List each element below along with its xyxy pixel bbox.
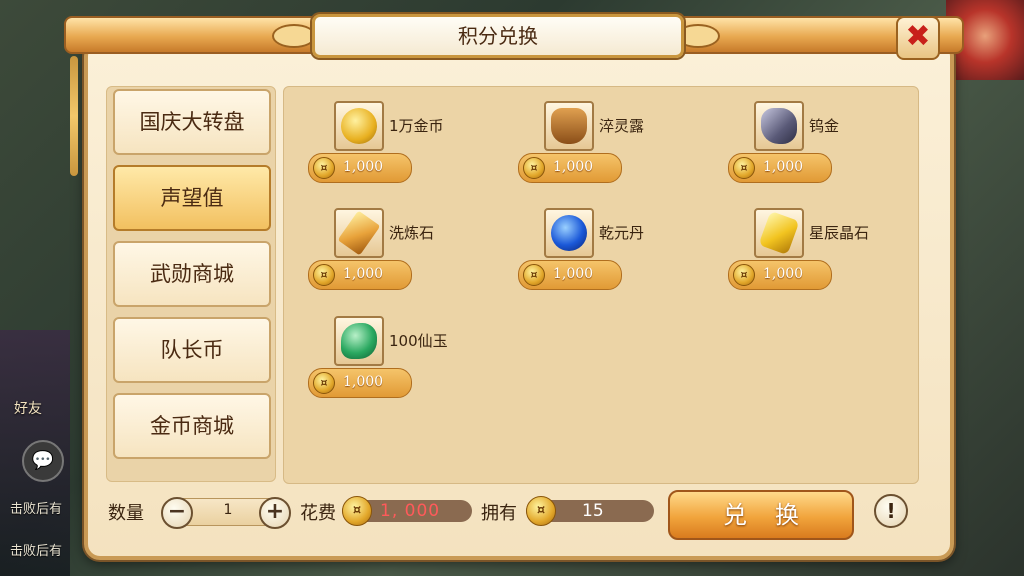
tab-merit-shop[interactable]: 武勋商城: [113, 241, 271, 307]
exchange-item[interactable]: 100仙玉 ¤ 1,000: [286, 306, 486, 398]
item-price: ¤ 1,000: [728, 260, 832, 290]
item-name: 星辰晶石: [809, 224, 870, 242]
gold-coin-icon: [341, 108, 377, 144]
exchange-item[interactable]: 洗炼石 ¤ 1,000: [286, 198, 486, 290]
item-name: 乾元丹: [599, 224, 645, 242]
price-value: 1,000: [553, 159, 594, 175]
tab-label: 声望值: [160, 186, 224, 210]
item-slot[interactable]: [544, 208, 594, 258]
owned-value: 15: [582, 501, 604, 521]
item-slot[interactable]: [334, 208, 384, 258]
chat-icon[interactable]: 💬: [22, 440, 64, 482]
coin-icon: ¤: [313, 372, 335, 394]
tab-reputation[interactable]: 声望值: [113, 165, 271, 231]
item-name: 1万金币: [389, 117, 444, 135]
price-value: 1,000: [763, 266, 804, 282]
exchange-item[interactable]: 星辰晶石 ¤ 1,000: [706, 198, 906, 290]
item-slot[interactable]: [754, 101, 804, 151]
item-price: ¤ 1,000: [308, 153, 412, 183]
tab-captain-coin[interactable]: 队长币: [113, 317, 271, 383]
window-title: 积分兑换: [312, 14, 684, 58]
price-value: 1,000: [763, 159, 804, 175]
exchange-item[interactable]: 淬灵露 ¤ 1,000: [496, 91, 696, 183]
tassel-ornament: [70, 56, 78, 176]
decrease-button[interactable]: −: [161, 497, 193, 529]
item-slot[interactable]: [754, 208, 804, 258]
tab-label: 武勋商城: [150, 262, 234, 286]
coin-icon: ¤: [733, 157, 755, 179]
quantity-value[interactable]: 1: [217, 502, 239, 518]
coin-icon: ¤: [313, 157, 335, 179]
item-name: 100仙玉: [389, 332, 448, 350]
coin-icon: ¤: [313, 264, 335, 286]
coin-icon: ¤: [523, 264, 545, 286]
ore-stone-icon: [761, 108, 797, 144]
item-name: 淬灵露: [599, 117, 645, 135]
owned-display: ¤ 15: [526, 496, 654, 526]
item-price: ¤ 1,000: [308, 260, 412, 290]
blue-orb-icon: [551, 215, 587, 251]
jade-icon: [341, 323, 377, 359]
quantity-stepper: − 1 +: [161, 497, 291, 529]
cost-display: ¤ 1, 000: [342, 496, 472, 526]
cost-value: 1, 000: [380, 501, 441, 521]
item-price: ¤ 1,000: [308, 368, 412, 398]
item-slot[interactable]: [334, 101, 384, 151]
chat-message: 击败后有: [10, 544, 63, 559]
coin-icon: ¤: [342, 496, 372, 526]
coin-icon: ¤: [526, 496, 556, 526]
item-slot[interactable]: [544, 101, 594, 151]
info-icon[interactable]: !: [874, 494, 908, 528]
cost-label: 花费: [300, 503, 336, 524]
chat-message: 击败后有: [10, 502, 63, 517]
item-price: ¤ 1,000: [518, 153, 622, 183]
close-button[interactable]: ✖: [896, 16, 940, 60]
coin-icon: ¤: [733, 264, 755, 286]
crystal-icon: [337, 210, 381, 256]
item-price: ¤ 1,000: [518, 260, 622, 290]
coin-icon: ¤: [523, 157, 545, 179]
price-value: 1,000: [343, 159, 384, 175]
price-value: 1,000: [343, 374, 384, 390]
exchange-items-grid: 1万金币 ¤ 1,000 淬灵露 ¤ 1,000 钨金 ¤ 1,000 洗炼石 ¤ 1,…: [283, 86, 919, 484]
tab-label: 金币商城: [150, 414, 234, 438]
tab-label: 队长币: [160, 338, 224, 362]
friend-label[interactable]: 好友: [14, 398, 42, 418]
item-slot[interactable]: [334, 316, 384, 366]
tab-label: 国庆大转盘: [139, 110, 245, 134]
potion-jar-icon: [551, 108, 587, 144]
price-value: 1,000: [343, 266, 384, 282]
exchange-item[interactable]: 乾元丹 ¤ 1,000: [496, 198, 696, 290]
star-crystal-icon: [758, 210, 800, 256]
tab-gold-shop[interactable]: 金币商城: [113, 393, 271, 459]
increase-button[interactable]: +: [259, 497, 291, 529]
item-name: 钨金: [809, 117, 840, 135]
owned-label: 拥有: [481, 503, 517, 524]
exchange-item[interactable]: 1万金币 ¤ 1,000: [286, 91, 486, 183]
exchange-item[interactable]: 钨金 ¤ 1,000: [706, 91, 906, 183]
item-price: ¤ 1,000: [728, 153, 832, 183]
category-sidebar: 国庆大转盘 声望值 武勋商城 队长币 金币商城: [106, 86, 276, 482]
item-name: 洗炼石: [389, 224, 435, 242]
scroll-ornament-left: [272, 24, 316, 48]
tab-national-day-wheel[interactable]: 国庆大转盘: [113, 89, 271, 155]
quantity-label: 数量: [108, 503, 144, 524]
exchange-button[interactable]: 兑换: [668, 490, 854, 540]
price-value: 1,000: [553, 266, 594, 282]
